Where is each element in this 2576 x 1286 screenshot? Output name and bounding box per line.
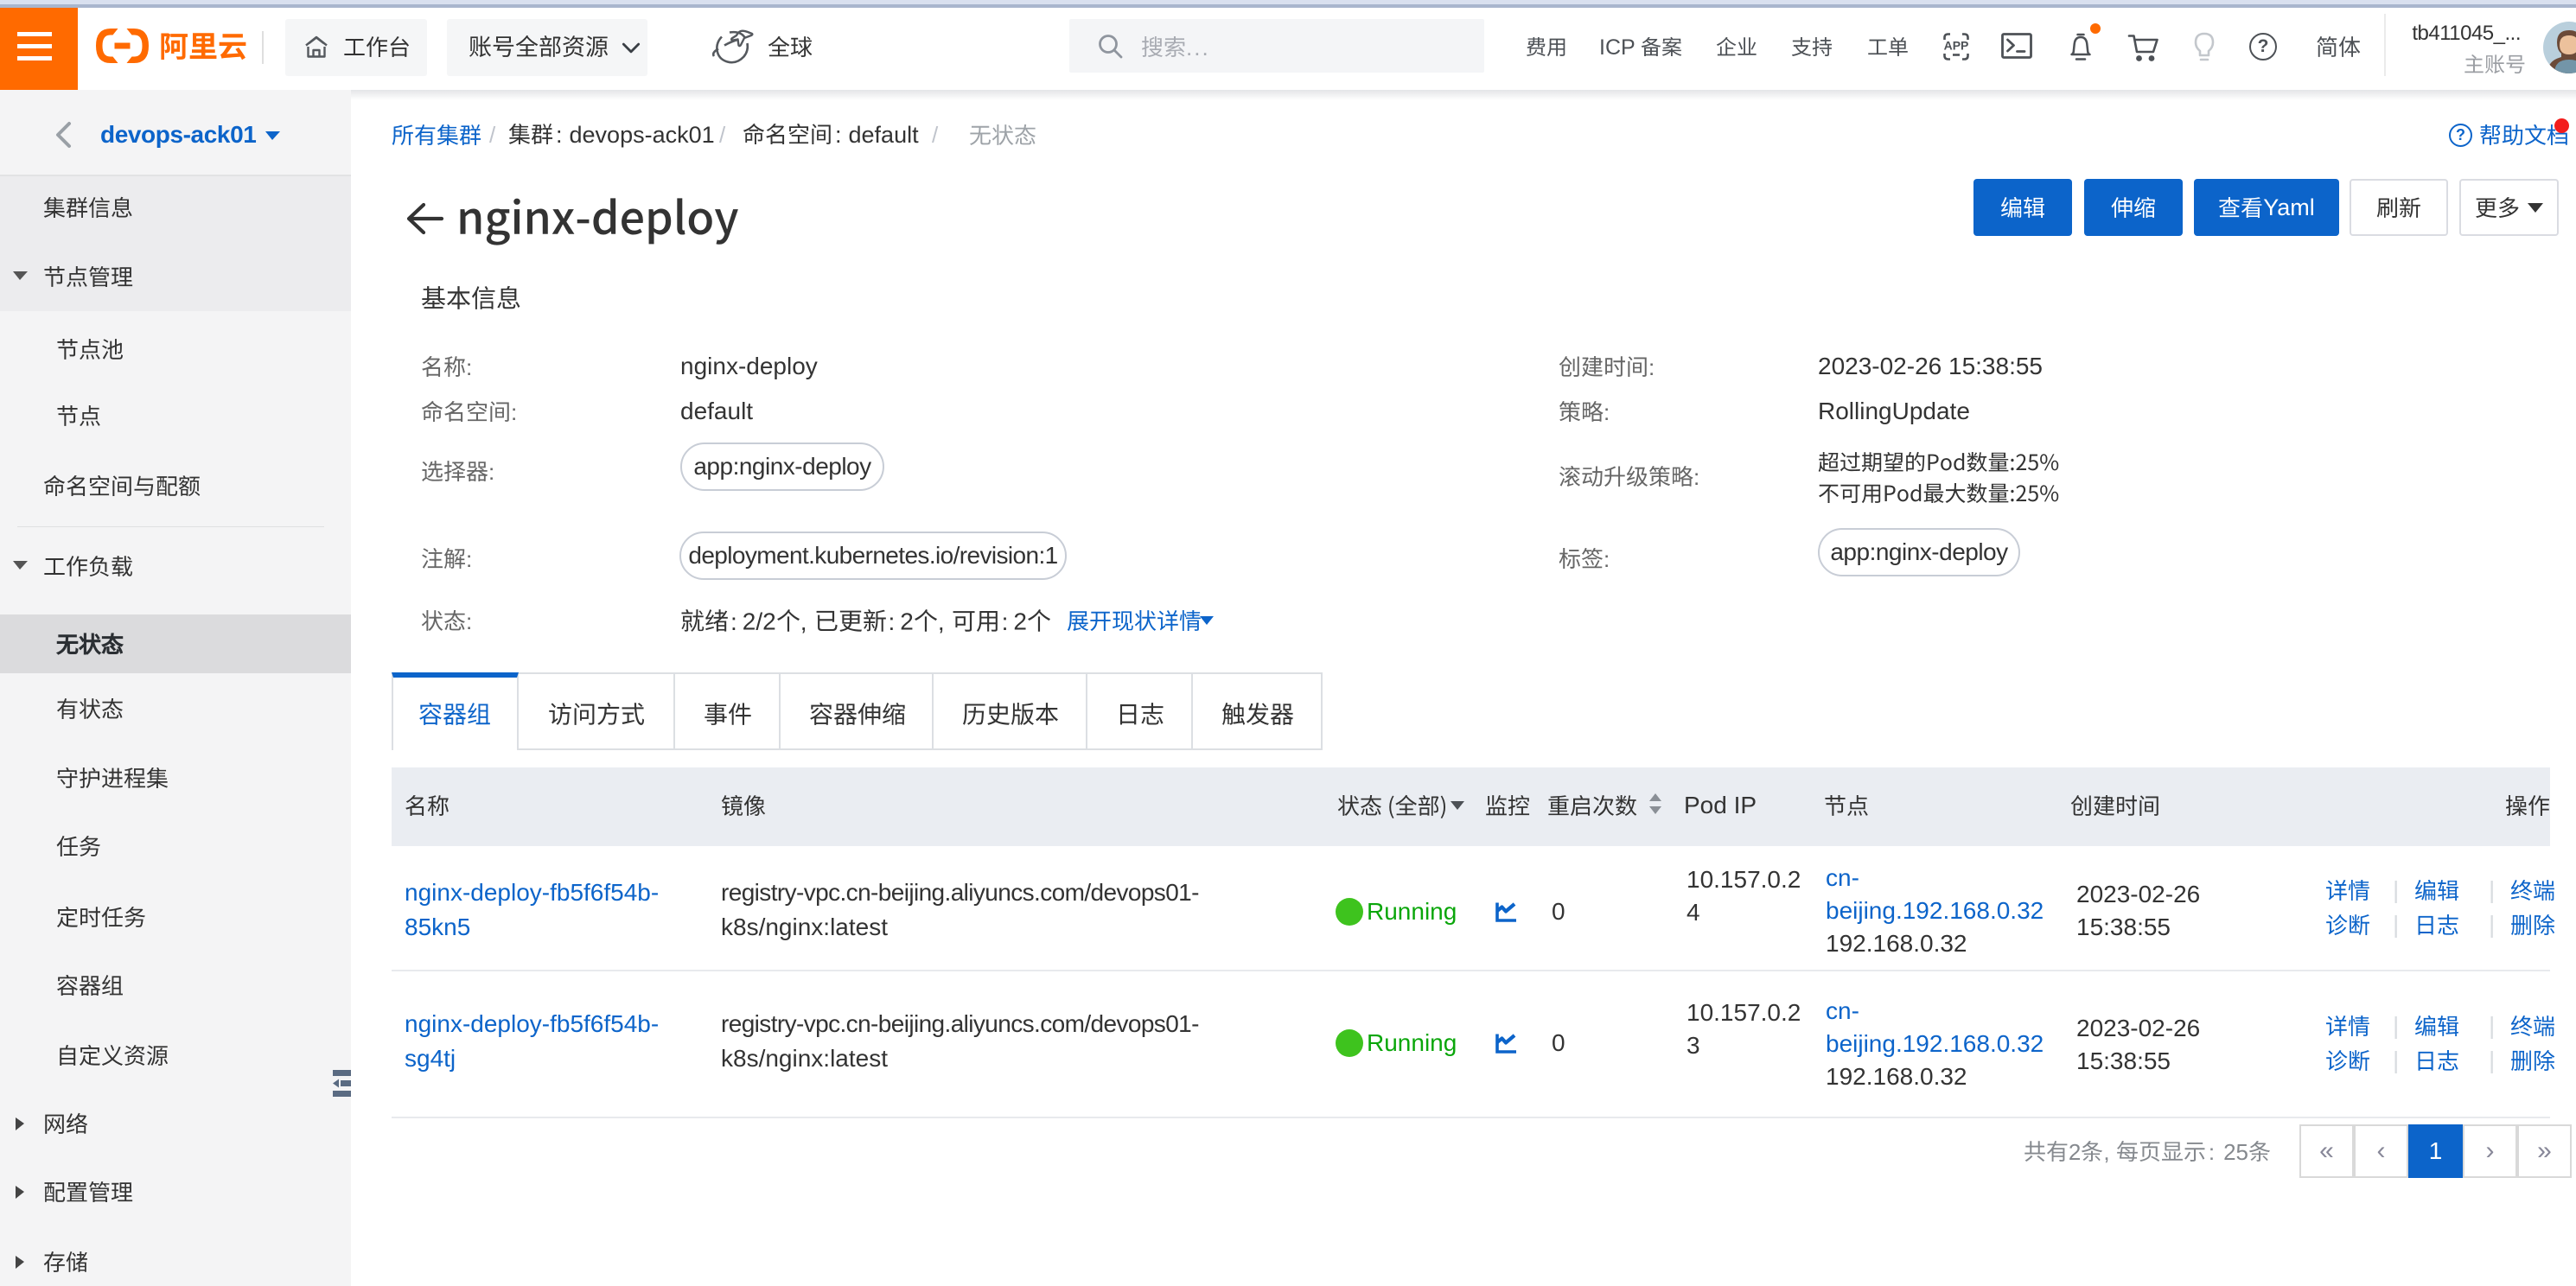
svg-text:APP: APP bbox=[1944, 39, 1969, 53]
